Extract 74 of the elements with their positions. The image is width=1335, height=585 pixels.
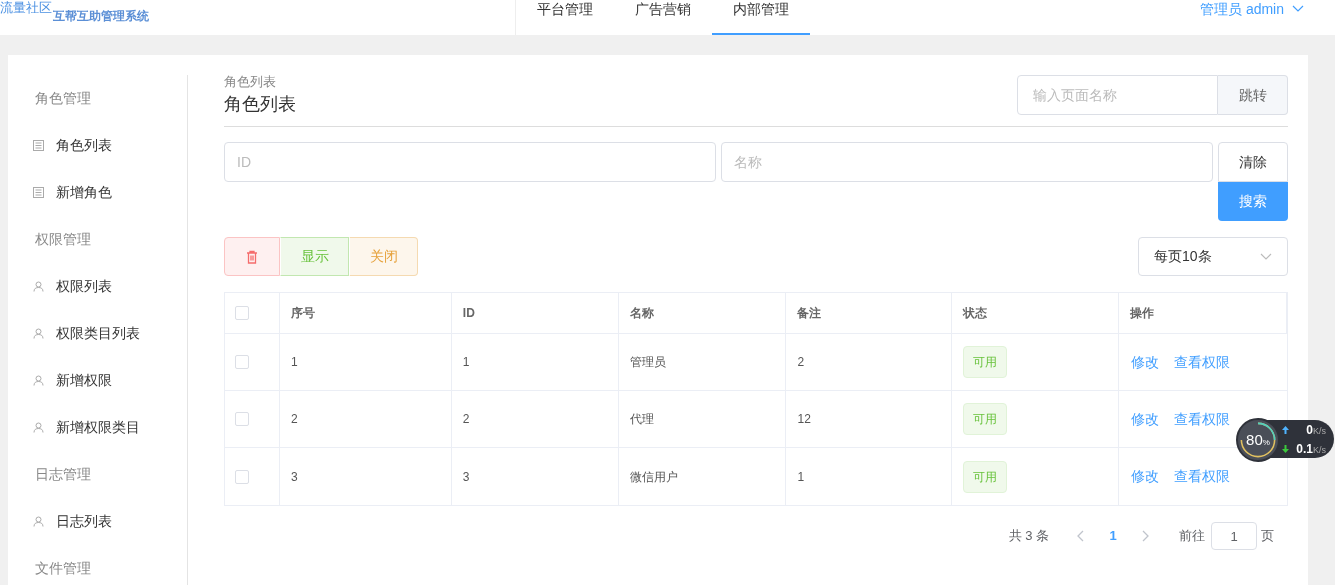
user-icon xyxy=(33,281,44,292)
logo-text: 流量社区 xyxy=(0,1,52,14)
menu-item[interactable]: 新增权限 xyxy=(8,357,187,404)
row-checkbox[interactable] xyxy=(235,469,249,484)
menu-item[interactable]: 权限列表 xyxy=(8,263,187,310)
list-icon xyxy=(33,187,44,198)
table-cell-text: 2 xyxy=(462,411,470,428)
table-cell-text: 代理 xyxy=(629,411,654,428)
filter-field[interactable]: ID xyxy=(224,142,716,182)
column-header: ID xyxy=(451,293,619,333)
nav-tab[interactable]: 广告营销 xyxy=(614,0,712,35)
page-suffix: 页 xyxy=(1261,527,1274,546)
menu-item[interactable]: 新增权限类目 xyxy=(8,404,187,451)
percent-sign: % xyxy=(1262,437,1270,449)
row-checkbox[interactable] xyxy=(235,355,249,369)
user-icon xyxy=(33,422,44,433)
table-cell-text: 微信用户 xyxy=(629,468,678,486)
menu-group-title: 角色管理 xyxy=(34,89,92,108)
menu-group-title: 日志管理 xyxy=(34,465,92,484)
table-cell-text: 1 xyxy=(290,354,298,371)
select-all-checkbox[interactable] xyxy=(235,306,249,320)
breadcrumb: 角色列表 xyxy=(224,73,277,91)
table-cell-text: 管理员 xyxy=(629,354,666,371)
table-cell-text: 3 xyxy=(290,468,298,486)
goto-page-field[interactable]: 1 xyxy=(1211,522,1257,550)
table-cell-text: 2 xyxy=(797,354,805,371)
column-header: 状态 xyxy=(952,293,1120,333)
menu-group-title: 文件管理 xyxy=(34,559,92,578)
column-header: 备注 xyxy=(786,293,953,333)
status-tag: 可用 xyxy=(963,460,1008,493)
speed-unit: K/s xyxy=(1313,443,1326,457)
list-icon xyxy=(33,140,44,151)
arrow-down-icon xyxy=(1282,444,1289,453)
system-name: 互帮互助管理系统 xyxy=(53,10,149,22)
goto-label: 前往 xyxy=(1179,527,1205,546)
status-tag: 可用 xyxy=(963,403,1008,435)
user-icon xyxy=(33,328,44,339)
chevron-left-icon[interactable] xyxy=(1077,530,1085,542)
total-count: 共 3 条 xyxy=(1008,527,1049,546)
table-cell-text: 1 xyxy=(462,354,470,371)
row-checkbox[interactable] xyxy=(235,412,249,426)
table-cell-text: 3 xyxy=(462,468,470,486)
menu-item[interactable]: 新增角色 xyxy=(8,169,187,216)
clear-button[interactable]: 清除 xyxy=(1218,142,1288,182)
menu-item[interactable]: 权限类目列表 xyxy=(8,310,187,357)
cpu-percent: 80 xyxy=(1246,431,1263,447)
table-cell-text: 12 xyxy=(797,411,811,428)
jump-button[interactable]: 跳转 xyxy=(1218,75,1288,115)
chevron-down-icon xyxy=(1292,5,1305,13)
chevron-down-icon xyxy=(1260,252,1272,261)
delete-button[interactable] xyxy=(224,237,280,276)
column-header: 序号 xyxy=(279,293,452,333)
menu-item[interactable]: 日志列表 xyxy=(8,498,187,545)
page-title: 角色列表 xyxy=(224,93,296,116)
user-icon xyxy=(33,375,44,386)
download-speed: 0.1 xyxy=(1296,440,1313,458)
user-icon xyxy=(33,516,44,527)
column-header: 名称 xyxy=(618,293,787,333)
speed-unit: K/s xyxy=(1313,424,1326,438)
upload-speed: 0 xyxy=(1306,421,1313,439)
page-size-select[interactable]: 每页10条 xyxy=(1138,237,1288,276)
arrow-up-icon xyxy=(1282,425,1289,434)
table-cell-text: 2 xyxy=(290,411,298,428)
status-tag: 可用 xyxy=(963,346,1008,378)
filter-field[interactable]: 名称 xyxy=(721,142,1213,182)
chevron-right-icon[interactable] xyxy=(1141,530,1149,542)
nav-tab[interactable]: 内部管理 xyxy=(712,0,810,35)
menu-item[interactable]: 角色列表 xyxy=(8,122,187,169)
trash-icon xyxy=(246,249,258,264)
menu-group-title: 权限管理 xyxy=(34,230,92,249)
column-header: 操作 xyxy=(1119,293,1287,333)
table-cell-text: 1 xyxy=(797,468,805,486)
page-name-field[interactable]: 输入页面名称 xyxy=(1017,75,1218,115)
nav-tab[interactable]: 平台管理 xyxy=(516,0,614,35)
